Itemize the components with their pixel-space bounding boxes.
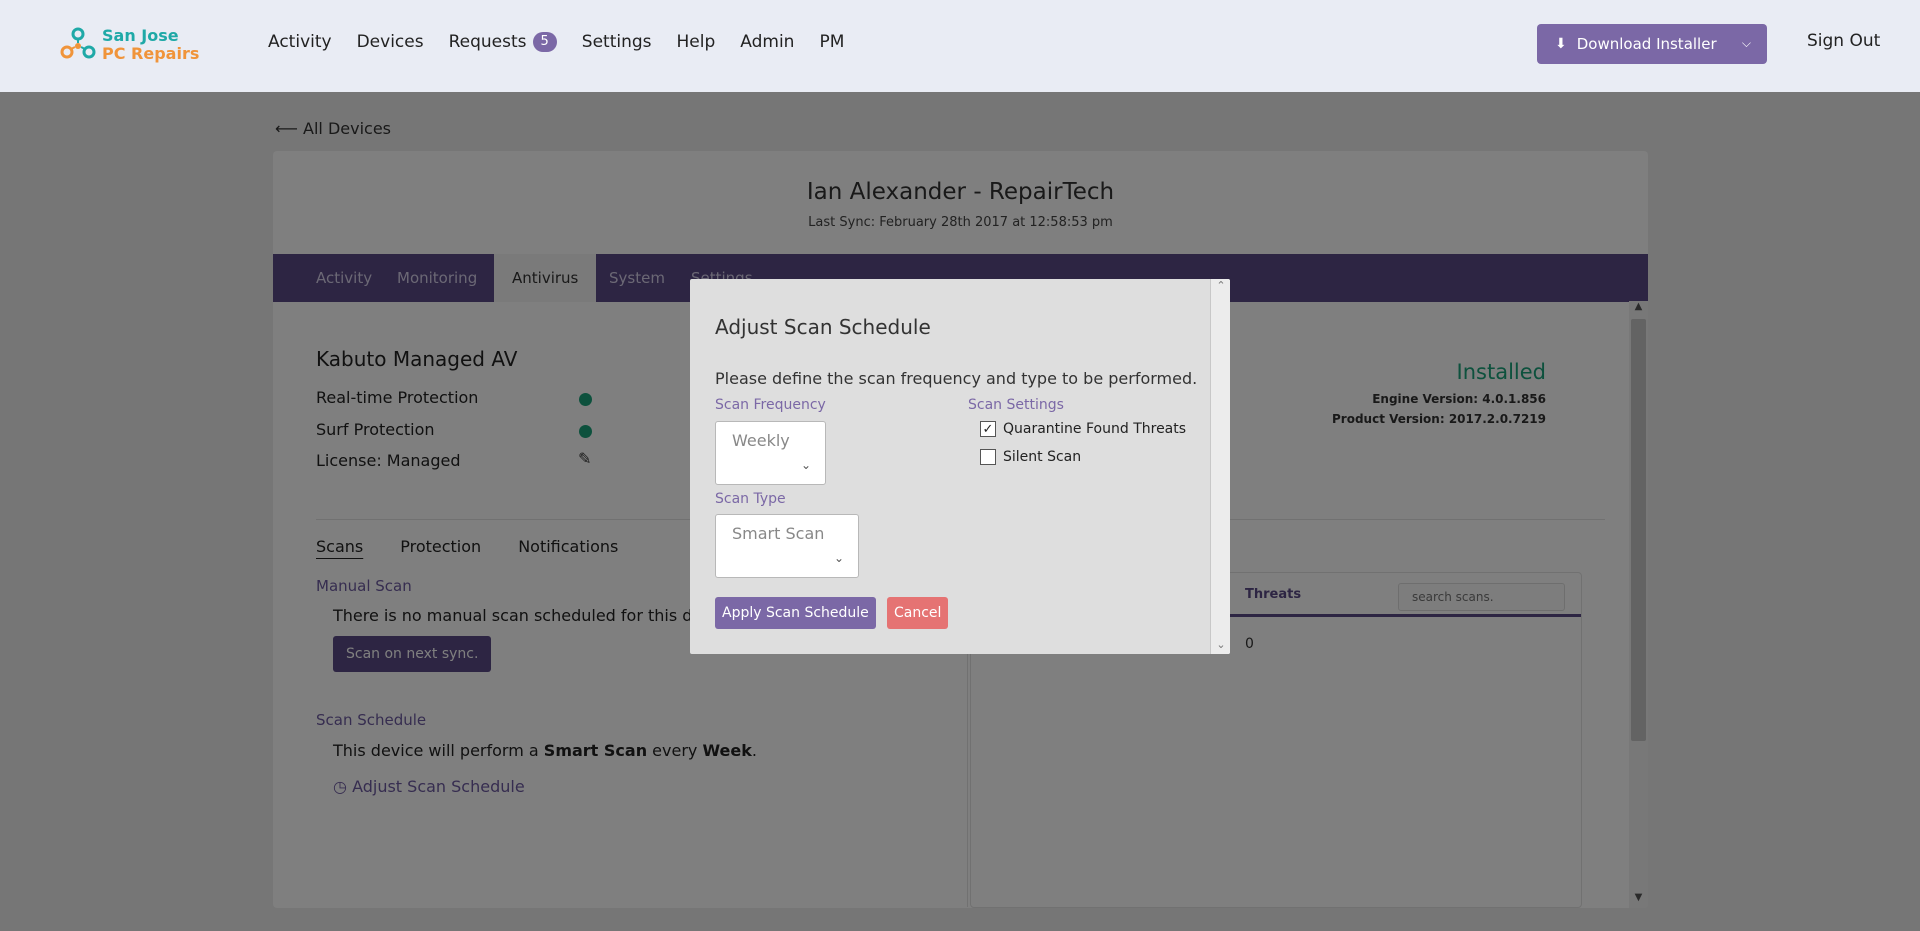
sign-out-link[interactable]: Sign Out [1807, 31, 1880, 51]
requests-count-badge: 5 [532, 32, 557, 52]
scan-type-label: Scan Type [715, 491, 786, 507]
logo-icon [60, 27, 96, 59]
apply-scan-schedule-button[interactable]: Apply Scan Schedule [715, 597, 876, 629]
quarantine-label: Quarantine Found Threats [1003, 421, 1187, 437]
download-installer-button[interactable]: ⬇ Download Installer ⌵ [1537, 24, 1767, 64]
chevron-down-icon[interactable]: ⌵ [1742, 36, 1751, 51]
chevron-down-icon: ⌄ [800, 458, 811, 472]
brand-line-1: San Jose [102, 26, 179, 45]
nav-requests-label: Requests [448, 32, 527, 52]
modal-title: Adjust Scan Schedule [715, 315, 931, 339]
download-installer-label: Download Installer [1576, 35, 1717, 53]
silent-scan-label: Silent Scan [1003, 449, 1082, 465]
modal-scrollbar[interactable]: ⌃ ⌄ [1210, 279, 1230, 654]
nav-activity[interactable]: Activity [268, 32, 332, 52]
silent-scan-checkbox[interactable]: Silent Scan [980, 449, 1081, 465]
chevron-up-icon[interactable]: ⌃ [1211, 279, 1230, 295]
nav-pm[interactable]: PM [819, 32, 844, 52]
nav-help[interactable]: Help [677, 32, 716, 52]
main-nav: Activity Devices Requests 5 Settings Hel… [268, 32, 869, 52]
brand-logo[interactable]: San Jose PC Repairs [58, 27, 208, 67]
top-navbar: San Jose PC Repairs Activity Devices Req… [0, 0, 1920, 92]
cancel-button[interactable]: Cancel [887, 597, 949, 629]
scan-frequency-value: Weekly [732, 431, 790, 450]
nav-requests[interactable]: Requests 5 [449, 32, 557, 52]
brand-line-2: PC Repairs [102, 44, 200, 63]
nav-admin[interactable]: Admin [740, 32, 794, 52]
nav-devices[interactable]: Devices [357, 32, 424, 52]
checkbox-unchecked-icon[interactable] [980, 449, 996, 465]
scan-settings-label: Scan Settings [968, 397, 1064, 413]
scan-type-select[interactable]: Smart Scan ⌄ [715, 514, 859, 578]
modal-description: Please define the scan frequency and typ… [715, 369, 1198, 388]
download-icon: ⬇ [1555, 36, 1567, 52]
nav-settings[interactable]: Settings [582, 32, 652, 52]
chevron-down-icon[interactable]: ⌄ [1211, 638, 1230, 654]
scan-frequency-label: Scan Frequency [715, 397, 826, 413]
adjust-scan-schedule-modal: Adjust Scan Schedule Please define the s… [690, 279, 1230, 654]
brand-name: San Jose PC Repairs [102, 27, 199, 63]
quarantine-checkbox[interactable]: ✓ Quarantine Found Threats [980, 421, 1186, 437]
checkbox-checked-icon[interactable]: ✓ [980, 421, 996, 437]
chevron-down-icon: ⌄ [833, 551, 844, 565]
scan-type-value: Smart Scan [732, 524, 825, 543]
scan-frequency-select[interactable]: Weekly ⌄ [715, 421, 826, 485]
